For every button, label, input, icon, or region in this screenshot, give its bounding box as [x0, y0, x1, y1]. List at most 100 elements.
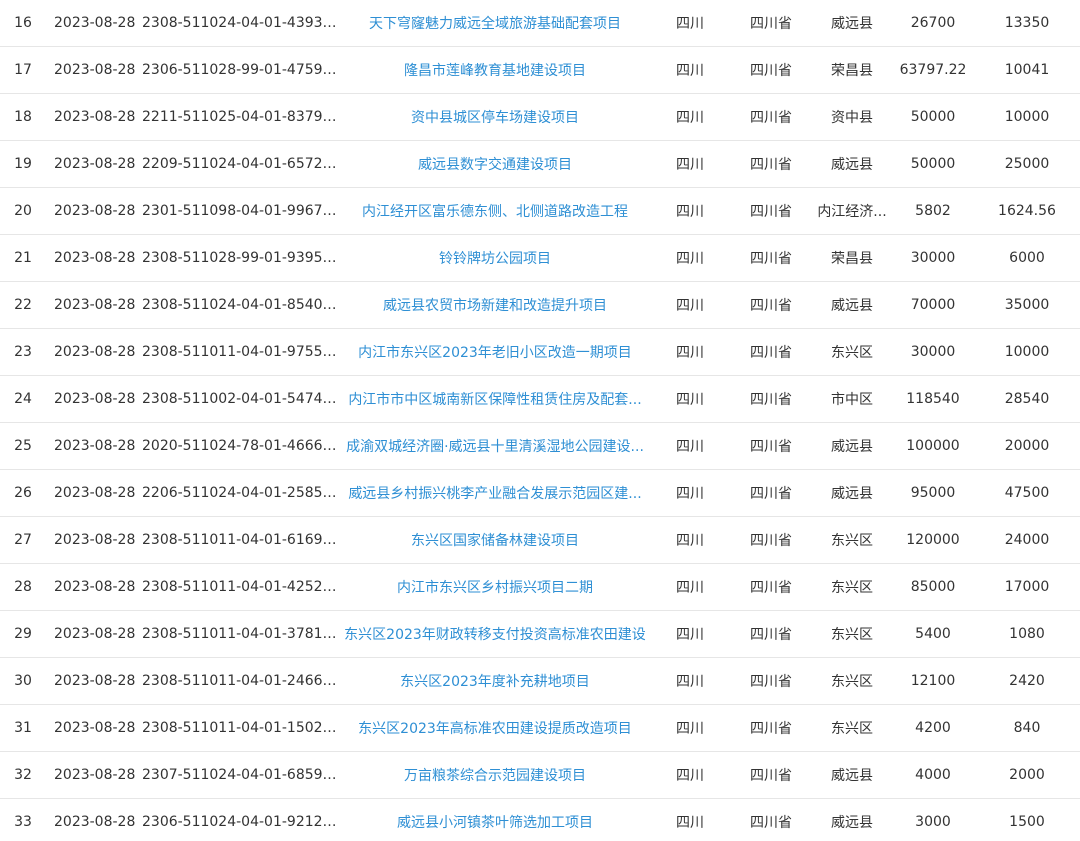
project-code-cell: 2306-511028-99-01-475952 [140, 46, 340, 94]
region-cell: 四川 [650, 140, 730, 188]
project-code-cell: 2308-511024-04-01-439352 [140, 0, 340, 47]
province-cell: 四川省 [730, 516, 812, 564]
annual-investment-cell: 840 [974, 704, 1080, 752]
project-name-link[interactable]: 威远县乡村振兴桃李产业融合发展示范园区建... [348, 486, 641, 502]
row-number: 25 [0, 422, 46, 470]
date-cell: 2023-08-28 [46, 469, 140, 517]
project-name-cell: 天下穹窿魅力威远全域旅游基础配套项目 [340, 0, 650, 47]
table-row: 19 2023-08-28 2209-511024-04-01-657285 威远县数… [0, 140, 1080, 188]
total-investment-cell: 118540 [892, 375, 974, 423]
project-name-link[interactable]: 铃铃牌坊公园项目 [439, 251, 551, 267]
project-code-cell: 2306-511024-04-01-921260 [140, 798, 340, 841]
region-cell: 四川 [650, 422, 730, 470]
table-row: 17 2023-08-28 2306-511028-99-01-475952 隆昌市莲… [0, 46, 1080, 94]
row-number: 18 [0, 93, 46, 141]
total-investment-cell: 70000 [892, 281, 974, 329]
total-investment-cell: 63797.22 [892, 46, 974, 94]
project-name-link[interactable]: 东兴区2023年度补充耕地项目 [400, 674, 590, 690]
project-name-link[interactable]: 天下穹窿魅力威远全域旅游基础配套项目 [369, 16, 621, 32]
project-name-link[interactable]: 内江经开区富乐德东侧、北侧道路改造工程 [362, 204, 628, 220]
project-name-cell: 威远县小河镇茶叶筛选加工项目 [340, 798, 650, 841]
county-cell: 内江经济... [812, 187, 892, 235]
project-name-cell: 内江市市中区城南新区保障性租赁住房及配套... [340, 375, 650, 423]
row-number: 20 [0, 187, 46, 235]
project-name-cell: 东兴区2023年财政转移支付投资高标准农田建设 [340, 610, 650, 658]
table-row: 24 2023-08-28 2308-511002-04-01-547452 内江市市… [0, 375, 1080, 423]
region-cell: 四川 [650, 610, 730, 658]
province-cell: 四川省 [730, 751, 812, 799]
project-name-link[interactable]: 资中县城区停车场建设项目 [411, 110, 579, 126]
date-cell: 2023-08-28 [46, 798, 140, 841]
annual-investment-cell: 13350 [974, 0, 1080, 47]
table-row: 26 2023-08-28 2206-511024-04-01-258583 威远县乡… [0, 469, 1080, 517]
total-investment-cell: 3000 [892, 798, 974, 841]
project-name-link[interactable]: 东兴区国家储备林建设项目 [411, 533, 579, 549]
project-name-link[interactable]: 内江市东兴区乡村振兴项目二期 [397, 580, 593, 596]
county-cell: 威远县 [812, 281, 892, 329]
annual-investment-cell: 1500 [974, 798, 1080, 841]
project-name-cell: 威远县农贸市场新建和改造提升项目 [340, 281, 650, 329]
table-row: 18 2023-08-28 2211-511025-04-01-837915 资中县城… [0, 93, 1080, 141]
project-code-cell: 2308-511024-04-01-854066 [140, 281, 340, 329]
project-name-link[interactable]: 内江市东兴区2023年老旧小区改造一期项目 [358, 345, 632, 361]
project-name-link[interactable]: 东兴区2023年财政转移支付投资高标准农田建设 [344, 627, 646, 643]
region-cell: 四川 [650, 0, 730, 47]
county-cell: 荣昌县 [812, 46, 892, 94]
table-row: 32 2023-08-28 2307-511024-04-01-685916 万亩粮茶… [0, 751, 1080, 799]
project-name-cell: 成渝双城经济圈·威远县十里清溪湿地公园建设... [340, 422, 650, 470]
project-name-link[interactable]: 隆昌市莲峰教育基地建设项目 [404, 63, 586, 79]
annual-investment-cell: 2420 [974, 657, 1080, 705]
region-cell: 四川 [650, 563, 730, 611]
date-cell: 2023-08-28 [46, 751, 140, 799]
row-number: 17 [0, 46, 46, 94]
project-code-cell: 2206-511024-04-01-258583 [140, 469, 340, 517]
table-row: 25 2023-08-28 2020-511024-78-01-466630 成渝双城… [0, 422, 1080, 470]
project-code-cell: 2308-511002-04-01-547452 [140, 375, 340, 423]
province-cell: 四川省 [730, 281, 812, 329]
region-cell: 四川 [650, 93, 730, 141]
project-code-cell: 2211-511025-04-01-837915 [140, 93, 340, 141]
project-name-link[interactable]: 威远县农贸市场新建和改造提升项目 [383, 298, 607, 314]
county-cell: 威远县 [812, 469, 892, 517]
project-name-link[interactable]: 东兴区2023年高标准农田建设提质改造项目 [358, 721, 632, 737]
project-name-link[interactable]: 威远县小河镇茶叶筛选加工项目 [397, 815, 593, 831]
project-code-cell: 2308-511011-04-01-425269 [140, 563, 340, 611]
annual-investment-cell: 10000 [974, 93, 1080, 141]
date-cell: 2023-08-28 [46, 187, 140, 235]
date-cell: 2023-08-28 [46, 657, 140, 705]
project-name-link[interactable]: 万亩粮茶综合示范园建设项目 [404, 768, 586, 784]
annual-investment-cell: 6000 [974, 234, 1080, 282]
county-cell: 威远县 [812, 798, 892, 841]
province-cell: 四川省 [730, 46, 812, 94]
project-name-link[interactable]: 威远县数字交通建设项目 [418, 157, 572, 173]
project-code-cell: 2209-511024-04-01-657285 [140, 140, 340, 188]
annual-investment-cell: 10041 [974, 46, 1080, 94]
project-code-cell: 2020-511024-78-01-466630 [140, 422, 340, 470]
province-cell: 四川省 [730, 469, 812, 517]
table-row: 21 2023-08-28 2308-511028-99-01-939561 铃铃牌坊… [0, 234, 1080, 282]
annual-investment-cell: 20000 [974, 422, 1080, 470]
row-number: 22 [0, 281, 46, 329]
region-cell: 四川 [650, 281, 730, 329]
region-cell: 四川 [650, 328, 730, 376]
county-cell: 东兴区 [812, 704, 892, 752]
annual-investment-cell: 35000 [974, 281, 1080, 329]
table-row: 28 2023-08-28 2308-511011-04-01-425269 内江市东… [0, 563, 1080, 611]
row-number: 21 [0, 234, 46, 282]
project-name-link[interactable]: 成渝双城经济圈·威远县十里清溪湿地公园建设... [346, 439, 644, 455]
province-cell: 四川省 [730, 375, 812, 423]
row-number: 29 [0, 610, 46, 658]
total-investment-cell: 120000 [892, 516, 974, 564]
row-number: 30 [0, 657, 46, 705]
project-name-cell: 威远县乡村振兴桃李产业融合发展示范园区建... [340, 469, 650, 517]
province-cell: 四川省 [730, 187, 812, 235]
region-cell: 四川 [650, 187, 730, 235]
project-name-link[interactable]: 内江市市中区城南新区保障性租赁住房及配套... [348, 392, 641, 408]
date-cell: 2023-08-28 [46, 375, 140, 423]
date-cell: 2023-08-28 [46, 563, 140, 611]
total-investment-cell: 30000 [892, 234, 974, 282]
region-cell: 四川 [650, 469, 730, 517]
row-number: 16 [0, 0, 46, 47]
region-cell: 四川 [650, 751, 730, 799]
province-cell: 四川省 [730, 798, 812, 841]
